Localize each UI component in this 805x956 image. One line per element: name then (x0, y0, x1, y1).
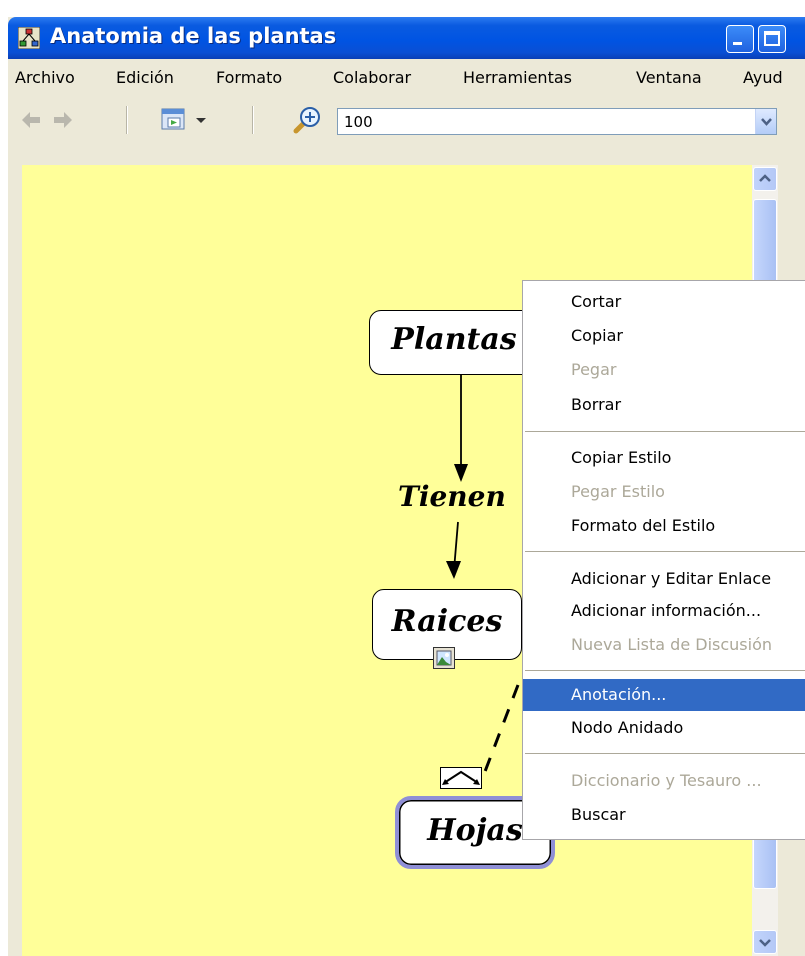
menu-item-formato-estilo[interactable]: Formato del Estilo (523, 511, 805, 540)
menu-separator (525, 431, 805, 432)
menu-item-anotacion[interactable]: Anotación... (523, 679, 805, 711)
menu-separator (525, 670, 805, 671)
link-label-tienen[interactable]: Tienen (398, 480, 506, 513)
menu-item-buscar[interactable]: Buscar (523, 800, 805, 829)
menu-separator (525, 753, 805, 754)
menu-separator (525, 551, 805, 552)
menu-item-nueva-lista-discusion: Nueva Lista de Discusión (571, 635, 773, 654)
menu-item-borrar[interactable]: Borrar (523, 390, 805, 419)
menu-item-nodo-anidado[interactable]: Nodo Anidado (523, 713, 805, 742)
menu-item-cortar[interactable]: Cortar (523, 287, 805, 316)
context-menu: Cortar Copiar Pegar Borrar Copiar Estilo… (522, 280, 805, 840)
link-connector[interactable] (440, 767, 482, 789)
scroll-up-icon (759, 174, 771, 182)
menu-item-pegar-estilo: Pegar Estilo (571, 482, 665, 501)
menu-item-adicionar-informacion[interactable]: Adicionar información... (523, 596, 805, 625)
link-connector-icon (440, 767, 482, 789)
node-plantas[interactable]: Plantas (369, 310, 539, 375)
scroll-down-button[interactable] (753, 930, 777, 954)
image-resource-icon (433, 647, 455, 669)
image-resource-button[interactable] (433, 647, 455, 669)
scroll-up-button[interactable] (753, 167, 777, 191)
menu-item-adicionar-enlace[interactable]: Adicionar y Editar Enlace (523, 564, 805, 593)
scroll-down-icon (759, 939, 771, 947)
menu-item-diccionario-tesauro: Diccionario y Tesauro ... (571, 771, 762, 790)
menu-item-pegar: Pegar (571, 360, 617, 379)
menu-item-copiar-estilo[interactable]: Copiar Estilo (523, 443, 805, 472)
menu-item-copiar[interactable]: Copiar (523, 321, 805, 350)
